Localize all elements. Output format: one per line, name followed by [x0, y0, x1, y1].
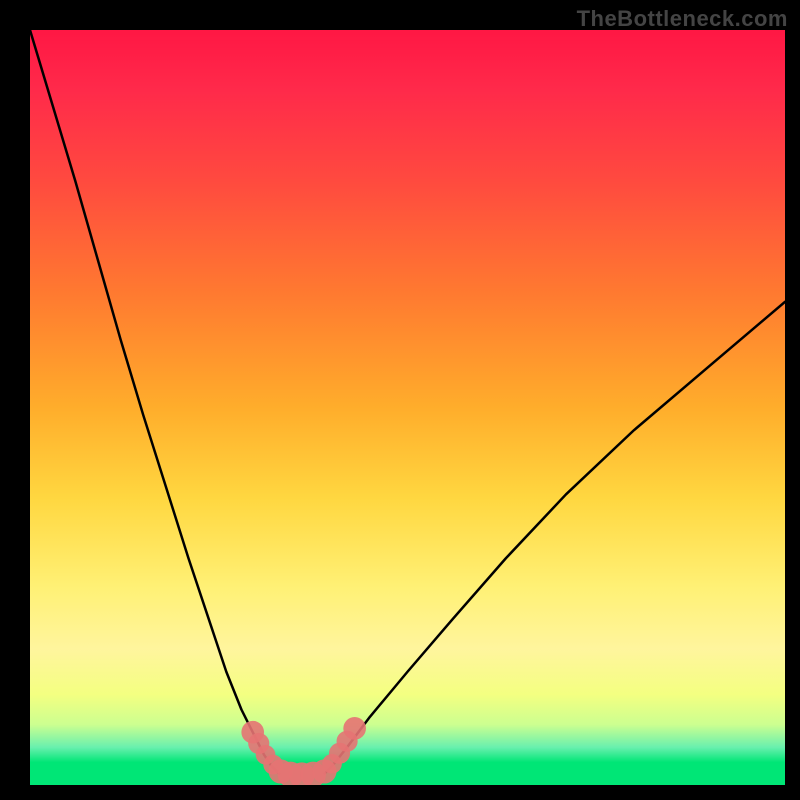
chart-svg [30, 30, 785, 785]
chart-curve-host [30, 30, 785, 785]
valley-marker-dot [343, 717, 366, 740]
bottleneck-curve-left [30, 30, 279, 774]
watermark-text: TheBottleneck.com [577, 6, 788, 32]
chart-plot-area [30, 30, 785, 785]
valley-marker [241, 717, 366, 785]
bottleneck-curve-right [324, 302, 785, 774]
